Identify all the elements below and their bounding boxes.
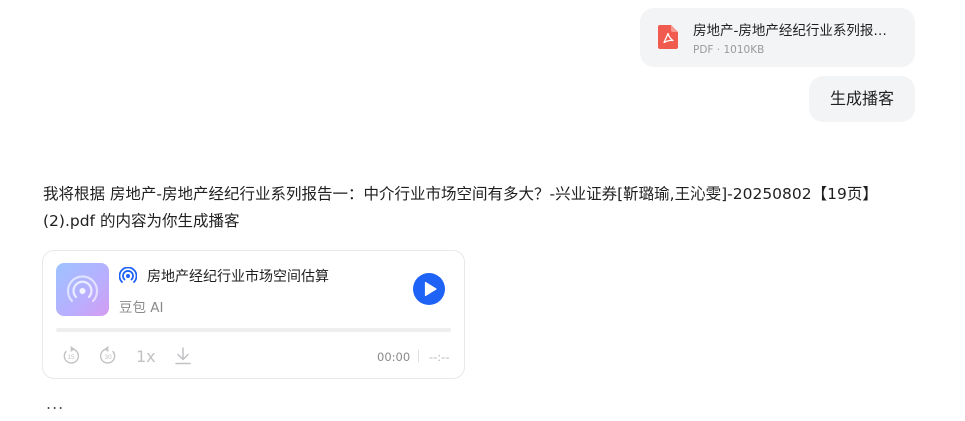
podcast-card: 房地产经纪行业市场空间估算 豆包 AI 15 30 1x 00:00 --:-- [42,250,465,379]
time-separator [418,350,419,362]
podcast-author: 豆包 AI [119,300,164,316]
podcast-title: 房地产经纪行业市场空间估算 [147,269,329,285]
rewind-15-button[interactable]: 15 [61,346,81,366]
svg-text:15: 15 [67,354,75,361]
more-options-button[interactable]: ... [46,394,64,413]
time-current: 00:00 [377,350,411,364]
playback-speed-button[interactable]: 1x [136,347,156,367]
play-button[interactable] [413,273,445,305]
svg-text:30: 30 [104,354,112,361]
forward-30-icon: 30 [99,346,116,364]
forward-30-button[interactable]: 30 [98,346,118,366]
progress-bar[interactable] [56,328,451,332]
podcast-cover-image [56,263,109,316]
time-total: --:-- [429,350,450,364]
podcast-broadcast-icon [118,266,138,285]
rewind-15-icon: 15 [63,346,80,364]
assistant-reply-text: 我将根据 房地产-房地产经纪行业系列报告一：中介行业市场空间有多大？-兴业证券[… [43,185,878,230]
attachment-file-name: 房地产-房地产经纪行业系列报告一：中介行业市场空间有多大？-兴业证券[靳璐瑜,王… [693,23,899,39]
attachment-file-meta: PDF · 1010KB [693,44,765,56]
play-icon [424,281,437,297]
download-icon [175,347,191,365]
attachment-bubble[interactable]: 房地产-房地产经纪行业系列报告一：中介行业市场空间有多大？-兴业证券[靳璐瑜,王… [640,8,915,67]
pdf-icon [658,25,678,49]
download-button[interactable] [174,346,192,366]
user-prompt-bubble: 生成播客 [809,76,915,122]
